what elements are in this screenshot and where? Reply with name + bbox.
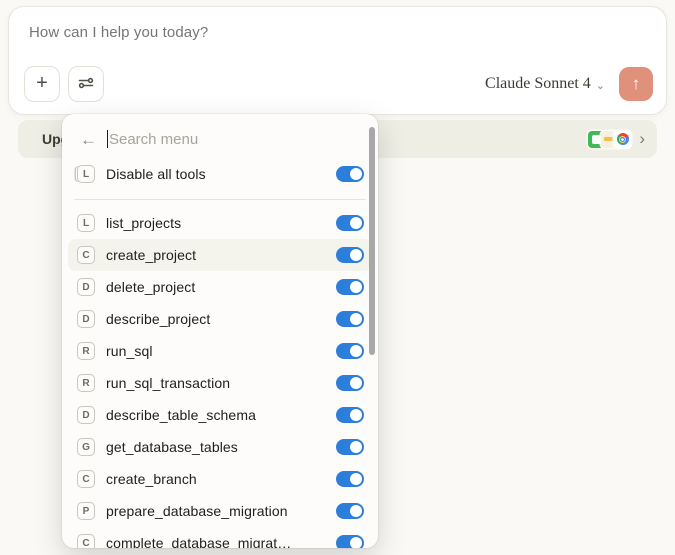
- sliders-icon: [77, 74, 95, 95]
- tool-badge: D: [77, 278, 95, 296]
- tool-toggle[interactable]: [336, 215, 364, 231]
- composer-toolbar: + Claude Sonnet 4 ⌄ ↑: [24, 66, 653, 102]
- tool-badge: C: [77, 534, 95, 548]
- tool-badge: R: [77, 374, 95, 392]
- disable-all-tools-item[interactable]: L Disable all tools: [68, 158, 372, 190]
- tool-menu-item[interactable]: D describe_table_schema: [68, 399, 372, 431]
- tool-menu-item[interactable]: R run_sql_transaction: [68, 367, 372, 399]
- tool-menu-item[interactable]: L list_projects: [68, 207, 372, 239]
- tool-menu-item[interactable]: C complete_database_migrat…: [68, 527, 372, 548]
- tools-menu: ← L Disable all tools L list_projects C …: [62, 114, 378, 548]
- model-selector[interactable]: Claude Sonnet 4 ⌄: [485, 75, 605, 93]
- tool-label: describe_project: [106, 311, 325, 327]
- banner-right: ›: [588, 131, 645, 148]
- tool-badge: D: [77, 310, 95, 328]
- tool-label: run_sql: [106, 343, 325, 359]
- model-name: Claude Sonnet 4: [485, 75, 591, 93]
- tool-menu-item[interactable]: D delete_project: [68, 271, 372, 303]
- tool-badge: R: [77, 342, 95, 360]
- chevron-right-icon[interactable]: ›: [639, 130, 645, 147]
- tool-label: describe_table_schema: [106, 407, 325, 423]
- menu-scrollbar[interactable]: [369, 127, 375, 355]
- disable-all-toggle[interactable]: [336, 166, 364, 182]
- tool-toggle[interactable]: [336, 439, 364, 455]
- tool-menu-item[interactable]: P prepare_database_migration: [68, 495, 372, 527]
- plus-icon: +: [36, 73, 48, 93]
- tool-menu-item[interactable]: G get_database_tables: [68, 431, 372, 463]
- chat-input[interactable]: [29, 24, 620, 41]
- tool-label: create_project: [106, 247, 325, 263]
- tool-toggle[interactable]: [336, 471, 364, 487]
- tool-badge: C: [77, 246, 95, 264]
- tools-list: L list_projects C create_project D delet…: [62, 207, 378, 548]
- arrow-up-icon: ↑: [632, 74, 641, 94]
- menu-search-input[interactable]: [109, 131, 362, 148]
- tool-toggle[interactable]: [336, 503, 364, 519]
- back-arrow-icon[interactable]: ←: [80, 131, 97, 148]
- attach-button[interactable]: +: [24, 66, 60, 102]
- text-caret: [107, 130, 108, 148]
- tool-badge: C: [77, 470, 95, 488]
- tool-badge: L: [77, 214, 95, 232]
- chrome-icon: [614, 131, 631, 148]
- chat-composer: + Claude Sonnet 4 ⌄ ↑: [8, 6, 667, 115]
- tool-label: create_branch: [106, 471, 325, 487]
- tools-button[interactable]: [68, 66, 104, 102]
- tool-badge: P: [77, 502, 95, 520]
- app-window: + Claude Sonnet 4 ⌄ ↑: [0, 0, 675, 555]
- tool-toggle[interactable]: [336, 343, 364, 359]
- app-icon-stack: [588, 131, 631, 148]
- tool-menu-item[interactable]: C create_branch: [68, 463, 372, 495]
- tool-label: complete_database_migrat…: [106, 535, 325, 548]
- tool-badge: G: [77, 438, 95, 456]
- tool-menu-item[interactable]: D describe_project: [68, 303, 372, 335]
- tool-toggle[interactable]: [336, 311, 364, 327]
- tool-label: run_sql_transaction: [106, 375, 325, 391]
- tool-toggle[interactable]: [336, 375, 364, 391]
- tool-toggle[interactable]: [336, 535, 364, 548]
- tool-badge: D: [77, 406, 95, 424]
- chevron-down-icon: ⌄: [596, 79, 605, 92]
- tool-label: delete_project: [106, 279, 325, 295]
- disable-all-label: Disable all tools: [106, 166, 325, 182]
- search-field[interactable]: [107, 130, 362, 148]
- tool-toggle[interactable]: [336, 279, 364, 295]
- tool-menu-item[interactable]: R run_sql: [68, 335, 372, 367]
- tool-menu-item[interactable]: C create_project: [68, 239, 372, 271]
- tool-toggle[interactable]: [336, 407, 364, 423]
- tool-badge: L: [77, 165, 95, 183]
- tool-label: list_projects: [106, 215, 325, 231]
- menu-divider: [74, 199, 366, 200]
- tool-label: get_database_tables: [106, 439, 325, 455]
- menu-search-row: ←: [62, 114, 378, 156]
- send-button[interactable]: ↑: [619, 67, 653, 101]
- tool-toggle[interactable]: [336, 247, 364, 263]
- tool-label: prepare_database_migration: [106, 503, 325, 519]
